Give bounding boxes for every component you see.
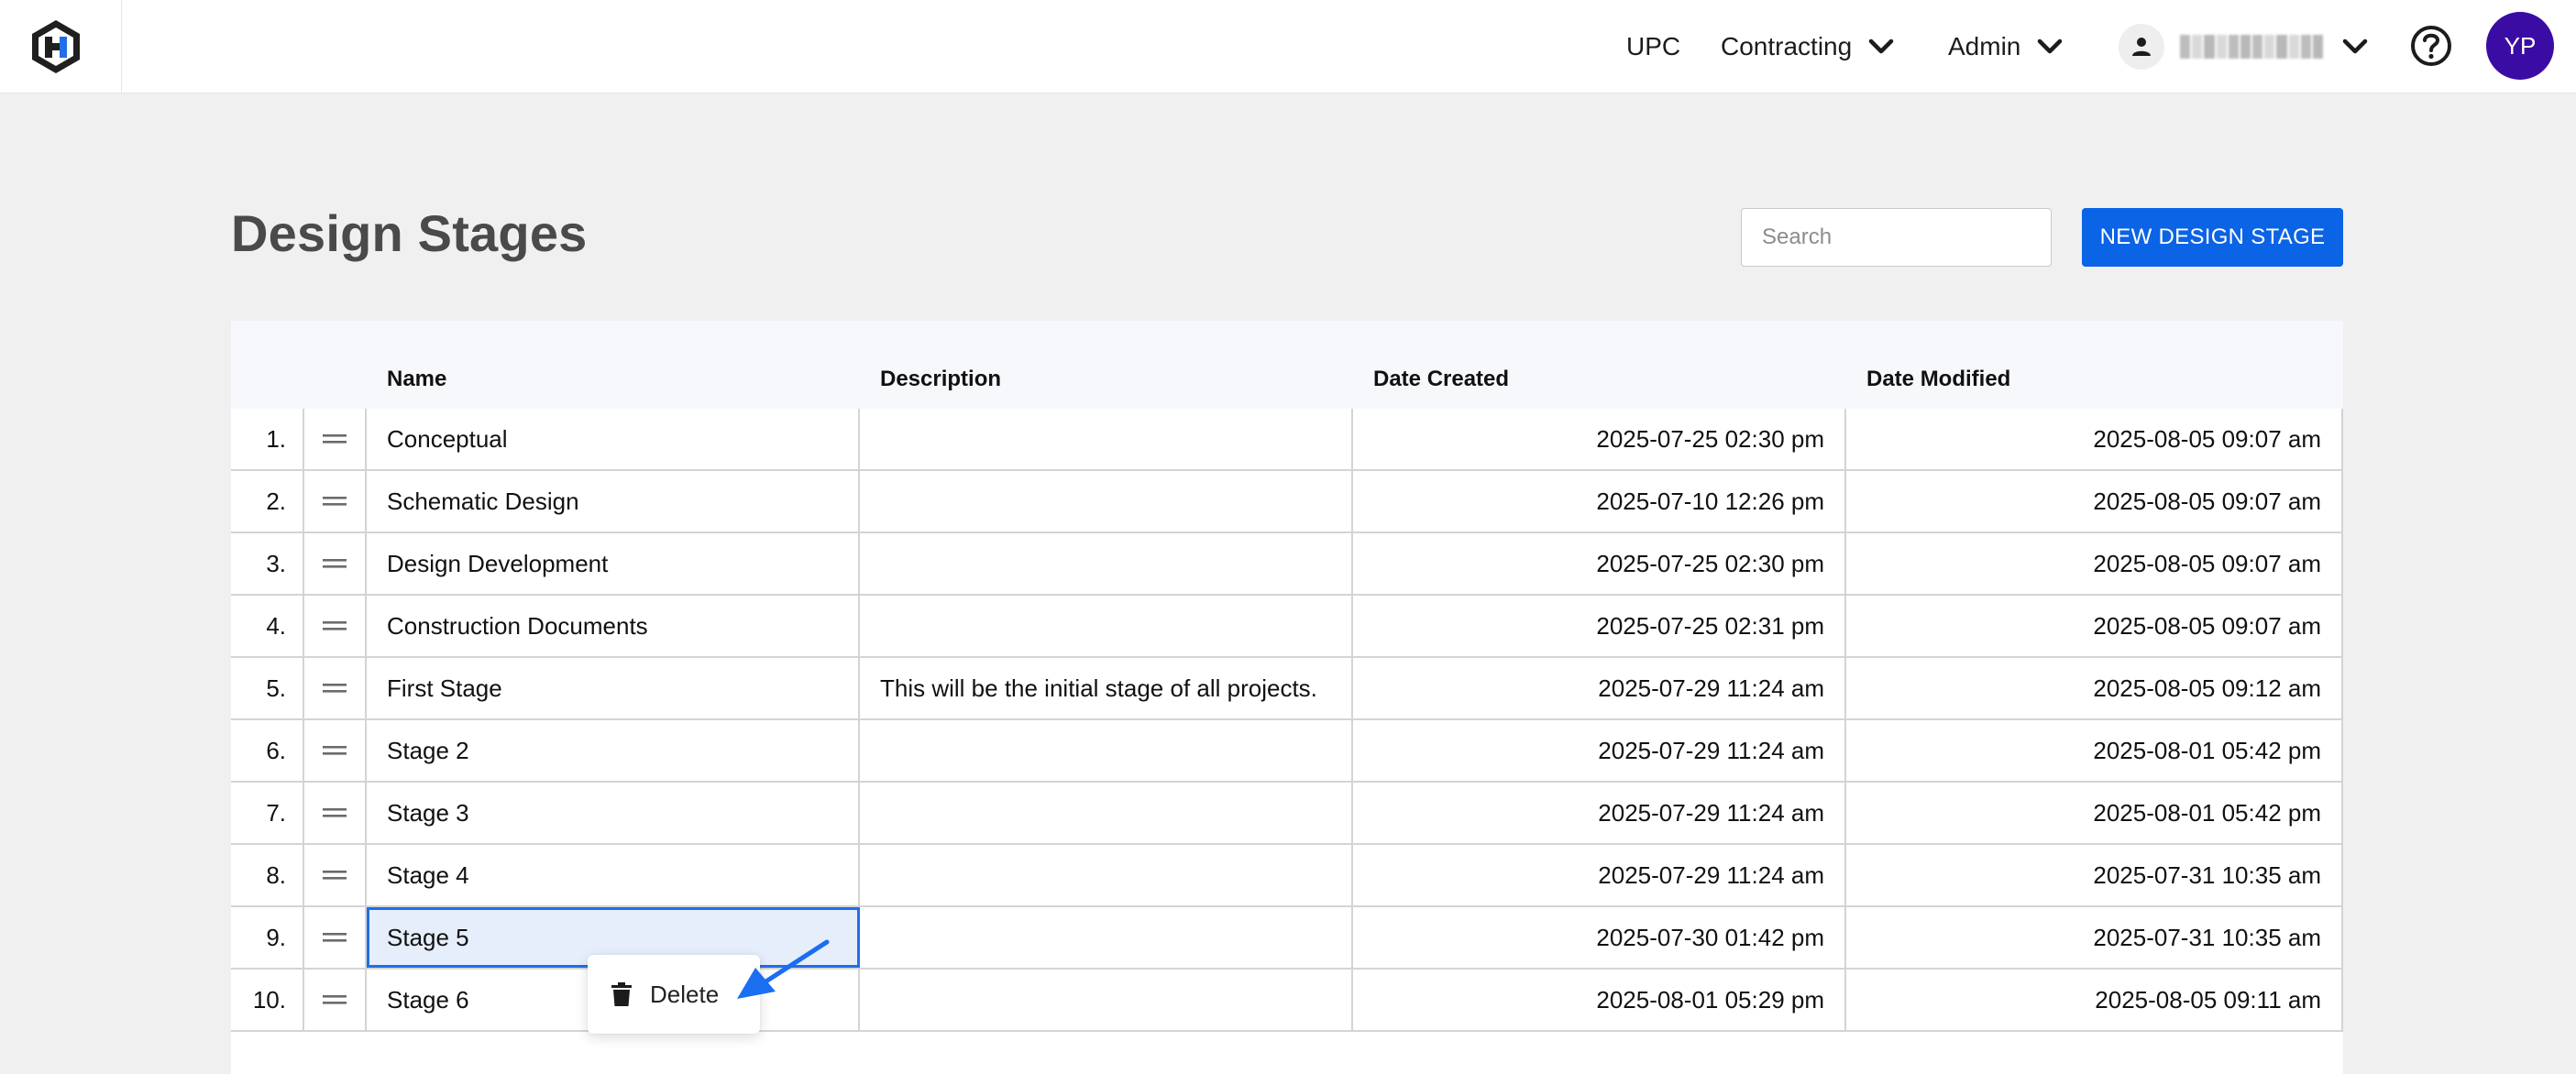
new-design-stage-button[interactable]: NEW DESIGN STAGE bbox=[2082, 208, 2343, 267]
row-number: 8. bbox=[231, 845, 304, 905]
drag-handle-icon[interactable] bbox=[304, 783, 367, 843]
column-header-date-created[interactable]: Date Created bbox=[1373, 367, 1509, 392]
cell-name[interactable]: Construction Documents bbox=[367, 596, 860, 656]
cell-date-modified: 2025-07-31 10:35 am bbox=[1846, 907, 2343, 968]
drag-handle-icon[interactable] bbox=[304, 658, 367, 718]
avatar-initials: YP bbox=[2504, 31, 2537, 60]
cell-date-created: 2025-07-29 11:24 am bbox=[1353, 783, 1846, 843]
row-number: 5. bbox=[231, 658, 304, 718]
cell-date-modified: 2025-08-01 05:42 pm bbox=[1846, 783, 2343, 843]
cell-date-modified: 2025-08-05 09:07 am bbox=[1846, 409, 2343, 469]
delete-menu-item[interactable]: Delete bbox=[597, 962, 751, 1026]
cell-description[interactable] bbox=[860, 970, 1353, 1030]
logo-container[interactable] bbox=[0, 0, 122, 93]
row-number: 2. bbox=[231, 471, 304, 532]
cell-description[interactable] bbox=[860, 533, 1353, 594]
chevron-down-icon bbox=[2037, 38, 2063, 55]
drag-handle-icon[interactable] bbox=[304, 409, 367, 469]
nav-contracting-label: Contracting bbox=[1721, 32, 1853, 60]
help-icon[interactable] bbox=[2409, 24, 2453, 68]
row-number: 1. bbox=[231, 409, 304, 469]
user-menu[interactable] bbox=[2119, 24, 2164, 70]
cell-date-modified: 2025-08-05 09:07 am bbox=[1846, 471, 2343, 532]
cell-name[interactable]: Schematic Design bbox=[367, 471, 860, 532]
avatar[interactable]: YP bbox=[2486, 12, 2554, 80]
row-number: 3. bbox=[231, 533, 304, 594]
column-header-name[interactable]: Name bbox=[387, 367, 446, 392]
cell-date-created: 2025-08-01 05:29 pm bbox=[1353, 970, 1846, 1030]
search-input[interactable] bbox=[1741, 208, 2052, 267]
page-title: Design Stages bbox=[231, 204, 588, 262]
app-logo-icon bbox=[32, 20, 80, 73]
cell-date-created: 2025-07-10 12:26 pm bbox=[1353, 471, 1846, 532]
nav-admin-label: Admin bbox=[1948, 32, 2021, 60]
cell-description[interactable] bbox=[860, 409, 1353, 469]
cell-description[interactable] bbox=[860, 783, 1353, 843]
delete-label: Delete bbox=[650, 980, 720, 1008]
column-header-date-modified[interactable]: Date Modified bbox=[1866, 367, 2010, 392]
top-navigation-bar: UPC Contracting Admin YP bbox=[0, 0, 2576, 93]
cell-date-created: 2025-07-25 02:30 pm bbox=[1353, 533, 1846, 594]
cell-date-created: 2025-07-25 02:30 pm bbox=[1353, 409, 1846, 469]
table-row[interactable]: 10. Stage 6 2025-08-01 05:29 pm 2025-08-05 … bbox=[231, 970, 2343, 1032]
cell-date-modified: 2025-08-01 05:42 pm bbox=[1846, 720, 2343, 781]
person-icon bbox=[2132, 38, 2151, 56]
user-name-redacted[interactable] bbox=[2180, 35, 2324, 59]
table-row[interactable]: 5. First Stage This will be the initial st… bbox=[231, 658, 2343, 720]
nav-admin-dropdown[interactable]: Admin bbox=[1948, 0, 2063, 93]
cell-description[interactable] bbox=[860, 907, 1353, 968]
drag-handle-icon[interactable] bbox=[304, 845, 367, 905]
row-number: 7. bbox=[231, 783, 304, 843]
cell-name[interactable]: Stage 2 bbox=[367, 720, 860, 781]
chevron-down-icon bbox=[1868, 38, 1894, 55]
cell-name[interactable]: Stage 3 bbox=[367, 783, 860, 843]
table-row[interactable]: 7. Stage 3 2025-07-29 11:24 am 2025-08-01 0… bbox=[231, 783, 2343, 845]
cell-date-created: 2025-07-29 11:24 am bbox=[1353, 658, 1846, 718]
cell-date-modified: 2025-08-05 09:07 am bbox=[1846, 596, 2343, 656]
context-menu: Delete bbox=[588, 955, 760, 1034]
cell-date-modified: 2025-08-05 09:07 am bbox=[1846, 533, 2343, 594]
table-row[interactable]: 2. Schematic Design 2025-07-10 12:26 pm 202… bbox=[231, 471, 2343, 533]
chevron-down-icon[interactable] bbox=[2342, 33, 2368, 60]
nav-upc[interactable]: UPC bbox=[1626, 0, 1680, 93]
trash-icon bbox=[611, 982, 632, 1006]
row-number: 6. bbox=[231, 720, 304, 781]
drag-handle-icon[interactable] bbox=[304, 471, 367, 532]
drag-handle-icon[interactable] bbox=[304, 720, 367, 781]
table-row[interactable]: 1. Conceptual 2025-07-25 02:30 pm 2025-08-0… bbox=[231, 409, 2343, 471]
drag-handle-icon[interactable] bbox=[304, 533, 367, 594]
cell-name[interactable]: Design Development bbox=[367, 533, 860, 594]
cell-date-modified: 2025-07-31 10:35 am bbox=[1846, 845, 2343, 905]
cell-name[interactable]: Stage 4 bbox=[367, 845, 860, 905]
cell-date-created: 2025-07-29 11:24 am bbox=[1353, 845, 1846, 905]
table-row[interactable]: 4. Construction Documents 2025-07-25 02:31… bbox=[231, 596, 2343, 658]
nav-upc-label: UPC bbox=[1626, 32, 1681, 60]
drag-handle-icon[interactable] bbox=[304, 970, 367, 1030]
cell-description[interactable] bbox=[860, 720, 1353, 781]
table-row[interactable]: 6. Stage 2 2025-07-29 11:24 am 2025-08-01 0… bbox=[231, 720, 2343, 783]
cell-name[interactable]: Conceptual bbox=[367, 409, 860, 469]
cell-date-created: 2025-07-25 02:31 pm bbox=[1353, 596, 1846, 656]
cell-description[interactable] bbox=[860, 596, 1353, 656]
table-row[interactable]: 9. Stage 5 2025-07-30 01:42 pm 2025-07-31 1… bbox=[231, 907, 2343, 970]
cell-date-modified: 2025-08-05 09:11 am bbox=[1846, 970, 2343, 1030]
drag-handle-icon[interactable] bbox=[304, 596, 367, 656]
nav-contracting-dropdown[interactable]: Contracting bbox=[1721, 0, 1894, 93]
drag-handle-icon[interactable] bbox=[304, 907, 367, 968]
table-row[interactable]: 3. Design Development 2025-07-25 02:30 pm 2… bbox=[231, 533, 2343, 596]
cell-description[interactable]: This will be the initial stage of all pr… bbox=[860, 658, 1353, 718]
cell-name[interactable]: First Stage bbox=[367, 658, 860, 718]
cell-date-created: 2025-07-30 01:42 pm bbox=[1353, 907, 1846, 968]
cell-date-modified: 2025-08-05 09:12 am bbox=[1846, 658, 2343, 718]
table-header: Name Description Date Created Date Modif… bbox=[231, 321, 2343, 409]
cell-description[interactable] bbox=[860, 845, 1353, 905]
cell-description[interactable] bbox=[860, 471, 1353, 532]
table-row[interactable]: 8. Stage 4 2025-07-29 11:24 am 2025-07-31 1… bbox=[231, 845, 2343, 907]
design-stages-table: Name Description Date Created Date Modif… bbox=[231, 321, 2343, 1074]
row-number: 9. bbox=[231, 907, 304, 968]
cell-date-created: 2025-07-29 11:24 am bbox=[1353, 720, 1846, 781]
row-number: 4. bbox=[231, 596, 304, 656]
row-number: 10. bbox=[231, 970, 304, 1030]
column-header-description[interactable]: Description bbox=[880, 367, 1001, 392]
